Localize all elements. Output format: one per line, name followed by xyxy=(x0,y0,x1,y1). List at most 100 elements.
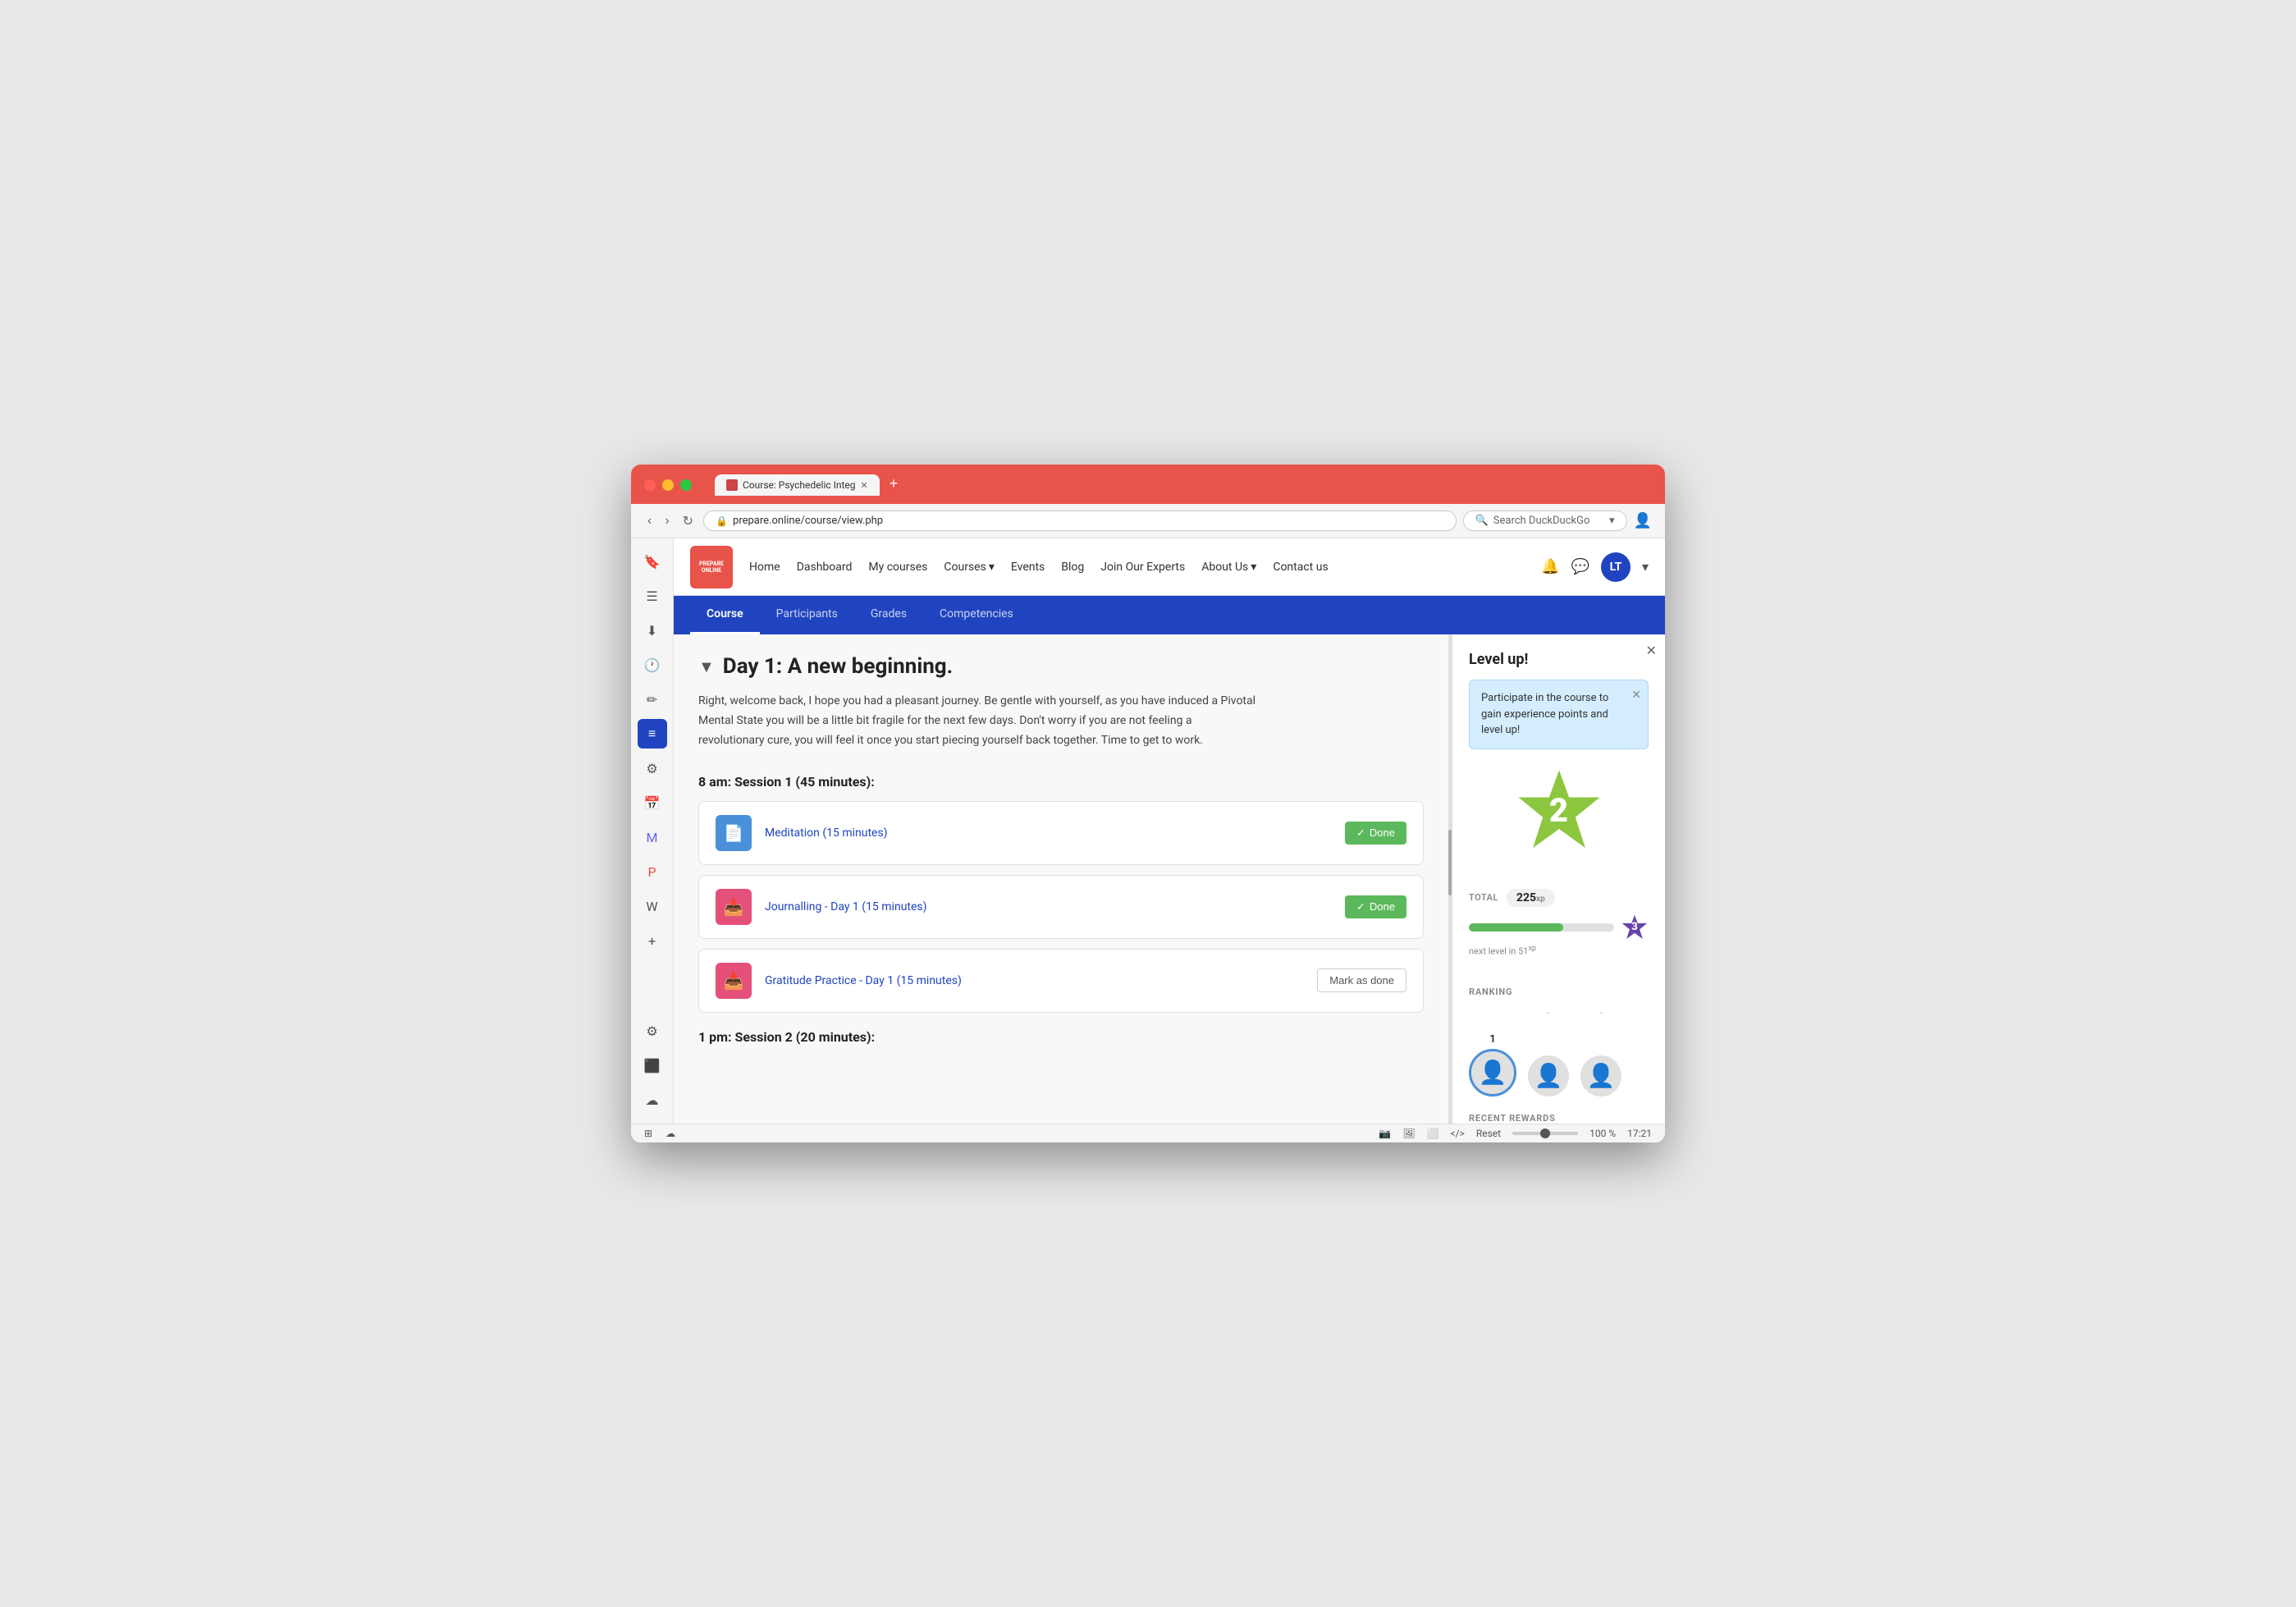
search-icon: 🔍 xyxy=(1475,515,1489,527)
nav-contact-us[interactable]: Contact us xyxy=(1273,561,1328,574)
sidebar-calendar-icon[interactable]: 📅 xyxy=(638,788,667,817)
browser-sidebar: 🔖 ☰ ⬇ 🕐 ✏ ≡ ⚙ 📅 M P W + ⚙ ⬛ ☁ xyxy=(631,538,674,1123)
sidebar-add-icon[interactable]: + xyxy=(638,926,667,955)
close-button[interactable] xyxy=(644,479,656,491)
user-icon[interactable]: 👤 xyxy=(1634,512,1652,529)
ranking-player-3: - 👤 xyxy=(1580,1007,1621,1097)
tab-competencies[interactable]: Competencies xyxy=(923,596,1030,634)
zoom-percent: 100 % xyxy=(1589,1128,1616,1139)
search-field[interactable]: 🔍 Search DuckDuckGo ▾ xyxy=(1463,510,1627,531)
statusbar-window-icon[interactable]: ⬜ xyxy=(1427,1128,1439,1139)
done-button-meditation[interactable]: ✓ Done xyxy=(1345,822,1406,845)
star-badge: 2 xyxy=(1469,766,1649,856)
nav-my-courses[interactable]: My courses xyxy=(868,561,927,574)
level-up-title: Level up! xyxy=(1469,651,1649,668)
statusbar-screenshot-icon[interactable]: 📷 xyxy=(1379,1128,1391,1139)
ranking-avatar-1: 👤 xyxy=(1469,1049,1516,1097)
ranking-player-1: 1 👤 xyxy=(1469,1033,1516,1097)
tab-participants[interactable]: Participants xyxy=(760,596,854,634)
xp-bar xyxy=(1469,923,1614,932)
new-tab-button[interactable]: + xyxy=(883,475,905,492)
nav-dashboard[interactable]: Dashboard xyxy=(797,561,853,574)
activity-icon-journalling: 📥 xyxy=(716,889,752,925)
maximize-button[interactable] xyxy=(680,479,692,491)
nav-join-experts[interactable]: Join Our Experts xyxy=(1100,561,1185,574)
search-placeholder: Search DuckDuckGo xyxy=(1493,515,1590,527)
statusbar-image-icon[interactable]: 🖼 xyxy=(1402,1128,1415,1139)
address-bar: ‹ › ↻ 🔒 prepare.online/course/view.php 🔍… xyxy=(631,504,1665,538)
sidebar-tools-icon[interactable]: ⚙ xyxy=(638,753,667,783)
statusbar-tabs-icon[interactable]: ⊞ xyxy=(644,1128,652,1139)
nav-events[interactable]: Events xyxy=(1011,561,1045,574)
mark-done-button-gratitude[interactable]: Mark as done xyxy=(1317,968,1406,992)
zoom-slider[interactable] xyxy=(1512,1132,1578,1135)
sidebar-reader-icon[interactable]: ☰ xyxy=(638,581,667,611)
forward-button[interactable]: › xyxy=(661,512,672,530)
sidebar-dock-icon[interactable]: ⬛ xyxy=(638,1051,667,1081)
site-header: PREPARE ONLINE Home Dashboard My courses… xyxy=(674,538,1665,596)
next-level-text: next level in 51xp xyxy=(1469,945,1649,957)
sidebar-cloud-icon[interactable]: ☁ xyxy=(638,1086,667,1115)
session1-title: 8 am: Session 1 (45 minutes): xyxy=(698,774,1424,790)
user-dropdown-icon[interactable]: ▾ xyxy=(1642,559,1649,575)
panel-close-icon[interactable]: ✕ xyxy=(1646,643,1657,658)
url-text: prepare.online/course/view.php xyxy=(733,515,883,527)
zoom-reset-button[interactable]: Reset xyxy=(1476,1128,1501,1139)
back-button[interactable]: ‹ xyxy=(644,512,655,530)
activity-card-gratitude: 📥 Gratitude Practice - Day 1 (15 minutes… xyxy=(698,949,1424,1013)
activity-icon-meditation: 📄 xyxy=(716,815,752,851)
recent-rewards-section: RECENT REWARDS xyxy=(1452,1113,1665,1124)
browser-titlebar: Course: Psychedelic Integ ✕ + xyxy=(631,465,1665,504)
done-button-journalling[interactable]: ✓ Done xyxy=(1345,895,1406,918)
tooltip-close-icon[interactable]: ✕ xyxy=(1631,687,1641,704)
sidebar-edit-icon[interactable]: ✏ xyxy=(638,684,667,714)
refresh-button[interactable]: ↻ xyxy=(679,511,697,531)
sidebar-bookmarks-icon[interactable]: 🔖 xyxy=(638,547,667,576)
minimize-button[interactable] xyxy=(662,479,674,491)
level-up-tooltip: Participate in the course to gain experi… xyxy=(1469,680,1649,749)
next-level-badge: 3 xyxy=(1621,913,1649,941)
activity-link-meditation[interactable]: Meditation (15 minutes) xyxy=(765,826,1332,840)
tab-course[interactable]: Course xyxy=(690,596,760,634)
message-icon[interactable]: 💬 xyxy=(1571,558,1589,575)
sidebar-wikipedia-icon[interactable]: W xyxy=(638,891,667,921)
statusbar-code-icon[interactable]: </> xyxy=(1451,1128,1465,1139)
activity-icon-gratitude: 📥 xyxy=(716,963,752,999)
browser-body: 🔖 ☰ ⬇ 🕐 ✏ ≡ ⚙ 📅 M P W + ⚙ ⬛ ☁ PREPARE ON… xyxy=(631,538,1665,1123)
level-up-section: Level up! Participate in the course to g… xyxy=(1452,634,1665,889)
address-field[interactable]: 🔒 prepare.online/course/view.php xyxy=(703,510,1457,531)
about-dropdown-icon: ▾ xyxy=(1251,561,1256,574)
sidebar-pocket-icon[interactable]: P xyxy=(638,857,667,886)
site-logo: PREPARE ONLINE xyxy=(690,546,733,588)
xp-row: TOTAL 225xp xyxy=(1469,889,1649,907)
session2-title: 1 pm: Session 2 (20 minutes): xyxy=(698,1029,1424,1045)
sidebar-list-icon[interactable]: ≡ xyxy=(638,719,667,749)
notification-icon[interactable]: 🔔 xyxy=(1541,558,1559,575)
sidebar-download-icon[interactable]: ⬇ xyxy=(638,616,667,645)
next-level-number: 3 xyxy=(1631,921,1638,933)
site-nav: Home Dashboard My courses Courses ▾ Even… xyxy=(749,561,1329,574)
sidebar-history-icon[interactable]: 🕐 xyxy=(638,650,667,680)
tab-grades[interactable]: Grades xyxy=(854,596,923,634)
site-header-right: 🔔 💬 LT ▾ xyxy=(1541,552,1649,582)
collapse-icon[interactable]: ▼ xyxy=(698,657,715,677)
tab-close-icon[interactable]: ✕ xyxy=(861,480,868,491)
nav-home[interactable]: Home xyxy=(749,561,780,574)
activity-link-journalling[interactable]: Journalling - Day 1 (15 minutes) xyxy=(765,900,1332,913)
sidebar-settings-icon[interactable]: ⚙ xyxy=(638,1017,667,1046)
activity-card-meditation: 📄 Meditation (15 minutes) ✓ Done xyxy=(698,801,1424,865)
nav-courses[interactable]: Courses ▾ xyxy=(944,561,994,574)
user-avatar[interactable]: LT xyxy=(1601,552,1631,582)
statusbar-cloud-icon[interactable]: ☁ xyxy=(665,1128,675,1139)
tab-favicon xyxy=(726,479,738,491)
activity-card-journalling: 📥 Journalling - Day 1 (15 minutes) ✓ Don… xyxy=(698,875,1424,939)
ranking-dash-1: - xyxy=(1547,1007,1550,1019)
nav-blog[interactable]: Blog xyxy=(1061,561,1084,574)
content-area: PREPARE ONLINE Home Dashboard My courses… xyxy=(674,538,1665,1123)
nav-about-us[interactable]: About Us ▾ xyxy=(1201,561,1256,574)
ranking-avatar-3: 👤 xyxy=(1580,1055,1621,1097)
total-label: TOTAL xyxy=(1469,892,1498,903)
activity-link-gratitude[interactable]: Gratitude Practice - Day 1 (15 minutes) xyxy=(765,974,1304,987)
sidebar-mastodon-icon[interactable]: M xyxy=(638,822,667,852)
active-tab[interactable]: Course: Psychedelic Integ ✕ xyxy=(715,474,880,496)
